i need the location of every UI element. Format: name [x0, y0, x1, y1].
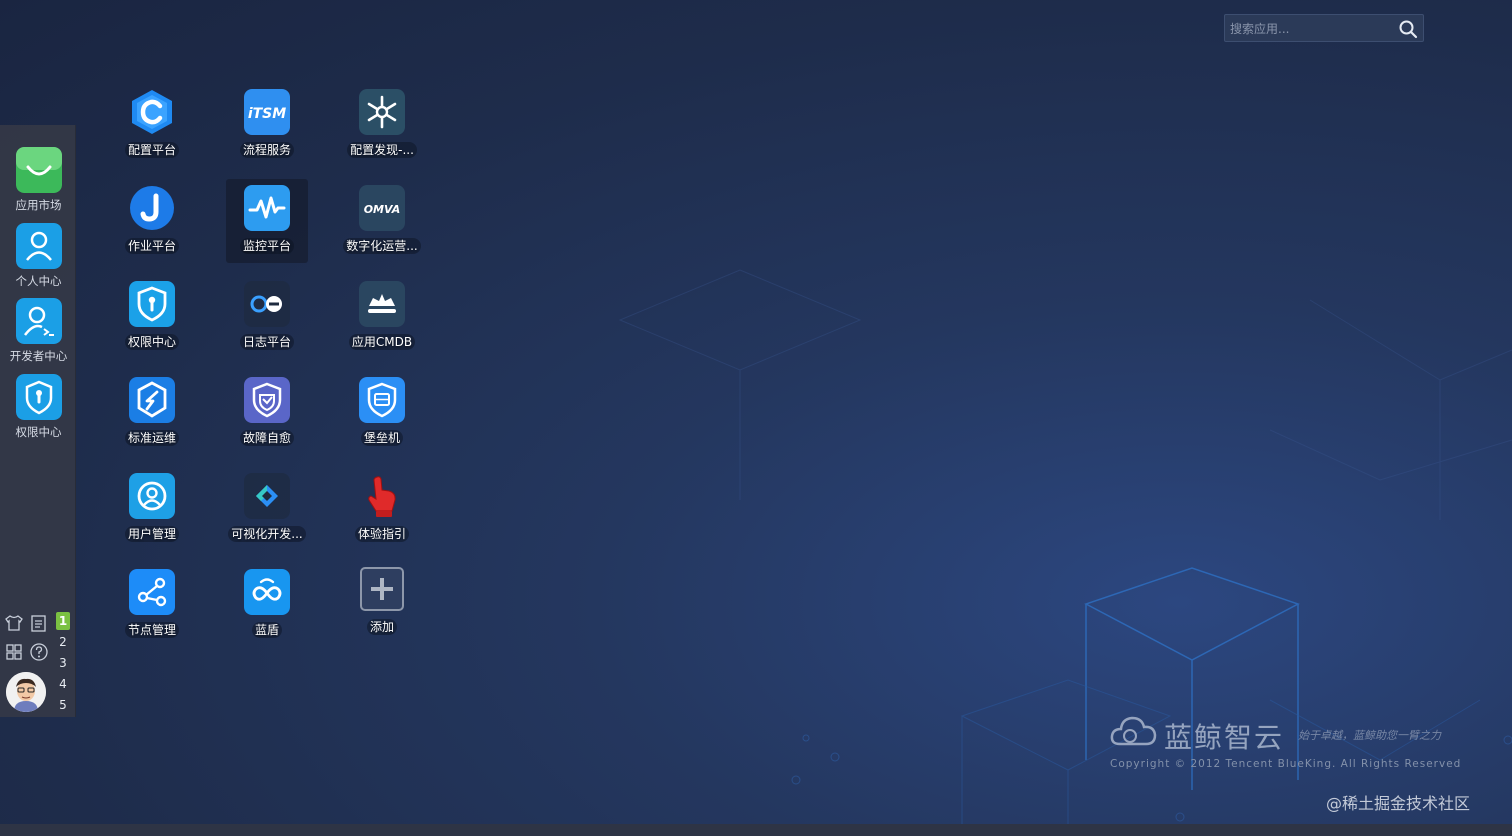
search-icon[interactable]: [1398, 19, 1418, 39]
fta-icon: [244, 377, 290, 423]
dock-item-label: 开发者中心: [9, 349, 68, 363]
search-box[interactable]: [1224, 14, 1424, 43]
desktop-switch-3[interactable]: 3: [56, 654, 70, 672]
watermark: @稀土掘金技术社区: [1326, 794, 1471, 813]
usermgr-icon: [129, 473, 175, 519]
app-cmdb[interactable]: 配置平台: [111, 83, 193, 167]
app-config-discovery[interactable]: 配置发现-...: [341, 83, 423, 167]
app-label: 堡垒机: [360, 430, 403, 446]
shopping-bag-icon: [16, 147, 62, 193]
svg-text:OMVA: OMVA: [364, 203, 401, 216]
app-bastion[interactable]: 堡垒机: [341, 371, 423, 455]
app-label: 日志平台: [239, 334, 294, 350]
copyright-text: Copyright © 2012 Tencent BlueKing. All R…: [1110, 758, 1462, 770]
app-user-manage[interactable]: 用户管理: [111, 467, 193, 551]
app-label: 添加: [366, 619, 397, 635]
developer-icon: [16, 298, 62, 344]
shield-icon: [16, 374, 62, 420]
bastion-icon: [359, 377, 405, 423]
avatar[interactable]: [6, 672, 46, 712]
app-label: 配置发现-...: [347, 142, 417, 158]
app-devops[interactable]: 蓝盾: [226, 563, 308, 647]
omva-icon: OMVA: [359, 185, 405, 231]
cmdb-icon: [132, 90, 172, 134]
log-icon: [244, 281, 290, 327]
app-label: 作业平台: [124, 238, 179, 254]
app-label: 应用CMDB: [348, 334, 416, 350]
dock-item-developer-center[interactable]: 开发者中心: [2, 298, 75, 372]
dock-item-app-market[interactable]: 应用市场: [2, 147, 75, 221]
dock-item-iam-center[interactable]: 权限中心: [2, 374, 75, 448]
itsm-icon: iTSM: [244, 89, 290, 135]
nodeman-icon: [129, 569, 175, 615]
desktop-switch-1[interactable]: 1: [56, 612, 70, 630]
app-app-cmdb[interactable]: 应用CMDB: [341, 275, 423, 359]
app-job[interactable]: 作业平台: [111, 179, 193, 263]
app-fta[interactable]: 故障自愈: [226, 371, 308, 455]
dock: 应用市场 个人中心 开发者中心 权限中心 1 2 3 4 5: [0, 125, 76, 717]
guide-icon: [368, 476, 396, 517]
bottom-bar: [0, 824, 1512, 836]
search-input[interactable]: [1225, 15, 1402, 43]
desktop-switch-5[interactable]: 5: [56, 696, 70, 714]
app-nodeman[interactable]: 节点管理: [111, 563, 193, 647]
app-label: 用户管理: [124, 526, 179, 542]
discovery-icon: [359, 89, 405, 135]
add-icon: [360, 567, 404, 611]
user-icon: [16, 223, 62, 269]
app-label: 流程服务: [239, 142, 294, 158]
app-label: 故障自愈: [239, 430, 294, 446]
app-cmdb-icon: [359, 281, 405, 327]
brand-name: 蓝鲸智云: [1164, 721, 1285, 754]
app-iam[interactable]: 权限中心: [111, 275, 193, 359]
brand-slogan: 始于卓越，蓝鲸助您一臂之力: [1298, 729, 1441, 742]
app-itsm[interactable]: iTSM 流程服务: [226, 83, 308, 167]
dock-item-label: 个人中心: [15, 274, 62, 288]
app-label: 节点管理: [124, 622, 179, 638]
app-lesscode[interactable]: 可视化开发...: [226, 467, 308, 551]
app-label: 权限中心: [124, 334, 179, 350]
app-sops[interactable]: 标准运维: [111, 371, 193, 455]
desktop-switch-4[interactable]: 4: [56, 675, 70, 693]
app-monitor[interactable]: 监控平台: [226, 179, 308, 263]
app-label: 可视化开发...: [228, 526, 306, 542]
app-label: 监控平台: [239, 238, 294, 254]
svg-text:iTSM: iTSM: [248, 106, 286, 122]
desktop-switch-2[interactable]: 2: [56, 633, 70, 651]
app-label: 标准运维: [124, 430, 179, 446]
app-label: 体验指引: [354, 526, 409, 542]
app-add[interactable]: 添加: [341, 560, 423, 644]
app-guide[interactable]: 体验指引: [341, 467, 423, 551]
job-icon: [130, 186, 174, 230]
grid-icon[interactable]: [4, 642, 24, 662]
dock-item-label: 应用市场: [15, 198, 62, 212]
devops-icon: [244, 569, 290, 615]
notes-icon[interactable]: [29, 613, 49, 633]
cloud-logo-icon: [1110, 716, 1157, 746]
theme-icon[interactable]: [4, 613, 24, 633]
app-label: 数字化运营...: [343, 238, 421, 254]
app-omva[interactable]: OMVA 数字化运营...: [341, 179, 423, 263]
desktop[interactable]: 应用市场 个人中心 开发者中心: [0, 0, 1512, 836]
app-label: 蓝盾: [251, 622, 282, 638]
app-label: 配置平台: [124, 142, 179, 158]
dock-item-label: 权限中心: [15, 425, 62, 439]
dock-item-personal-center[interactable]: 个人中心: [2, 223, 75, 297]
help-icon[interactable]: [29, 642, 49, 662]
lesscode-icon: [244, 473, 290, 519]
monitor-icon: [244, 185, 290, 231]
iam-icon: [129, 281, 175, 327]
sops-icon: [129, 377, 175, 423]
app-log[interactable]: 日志平台: [226, 275, 308, 359]
brand-footer: 蓝鲸智云 始于卓越，蓝鲸助您一臂之力 Copyright © 2012 Tenc…: [1108, 710, 1468, 780]
